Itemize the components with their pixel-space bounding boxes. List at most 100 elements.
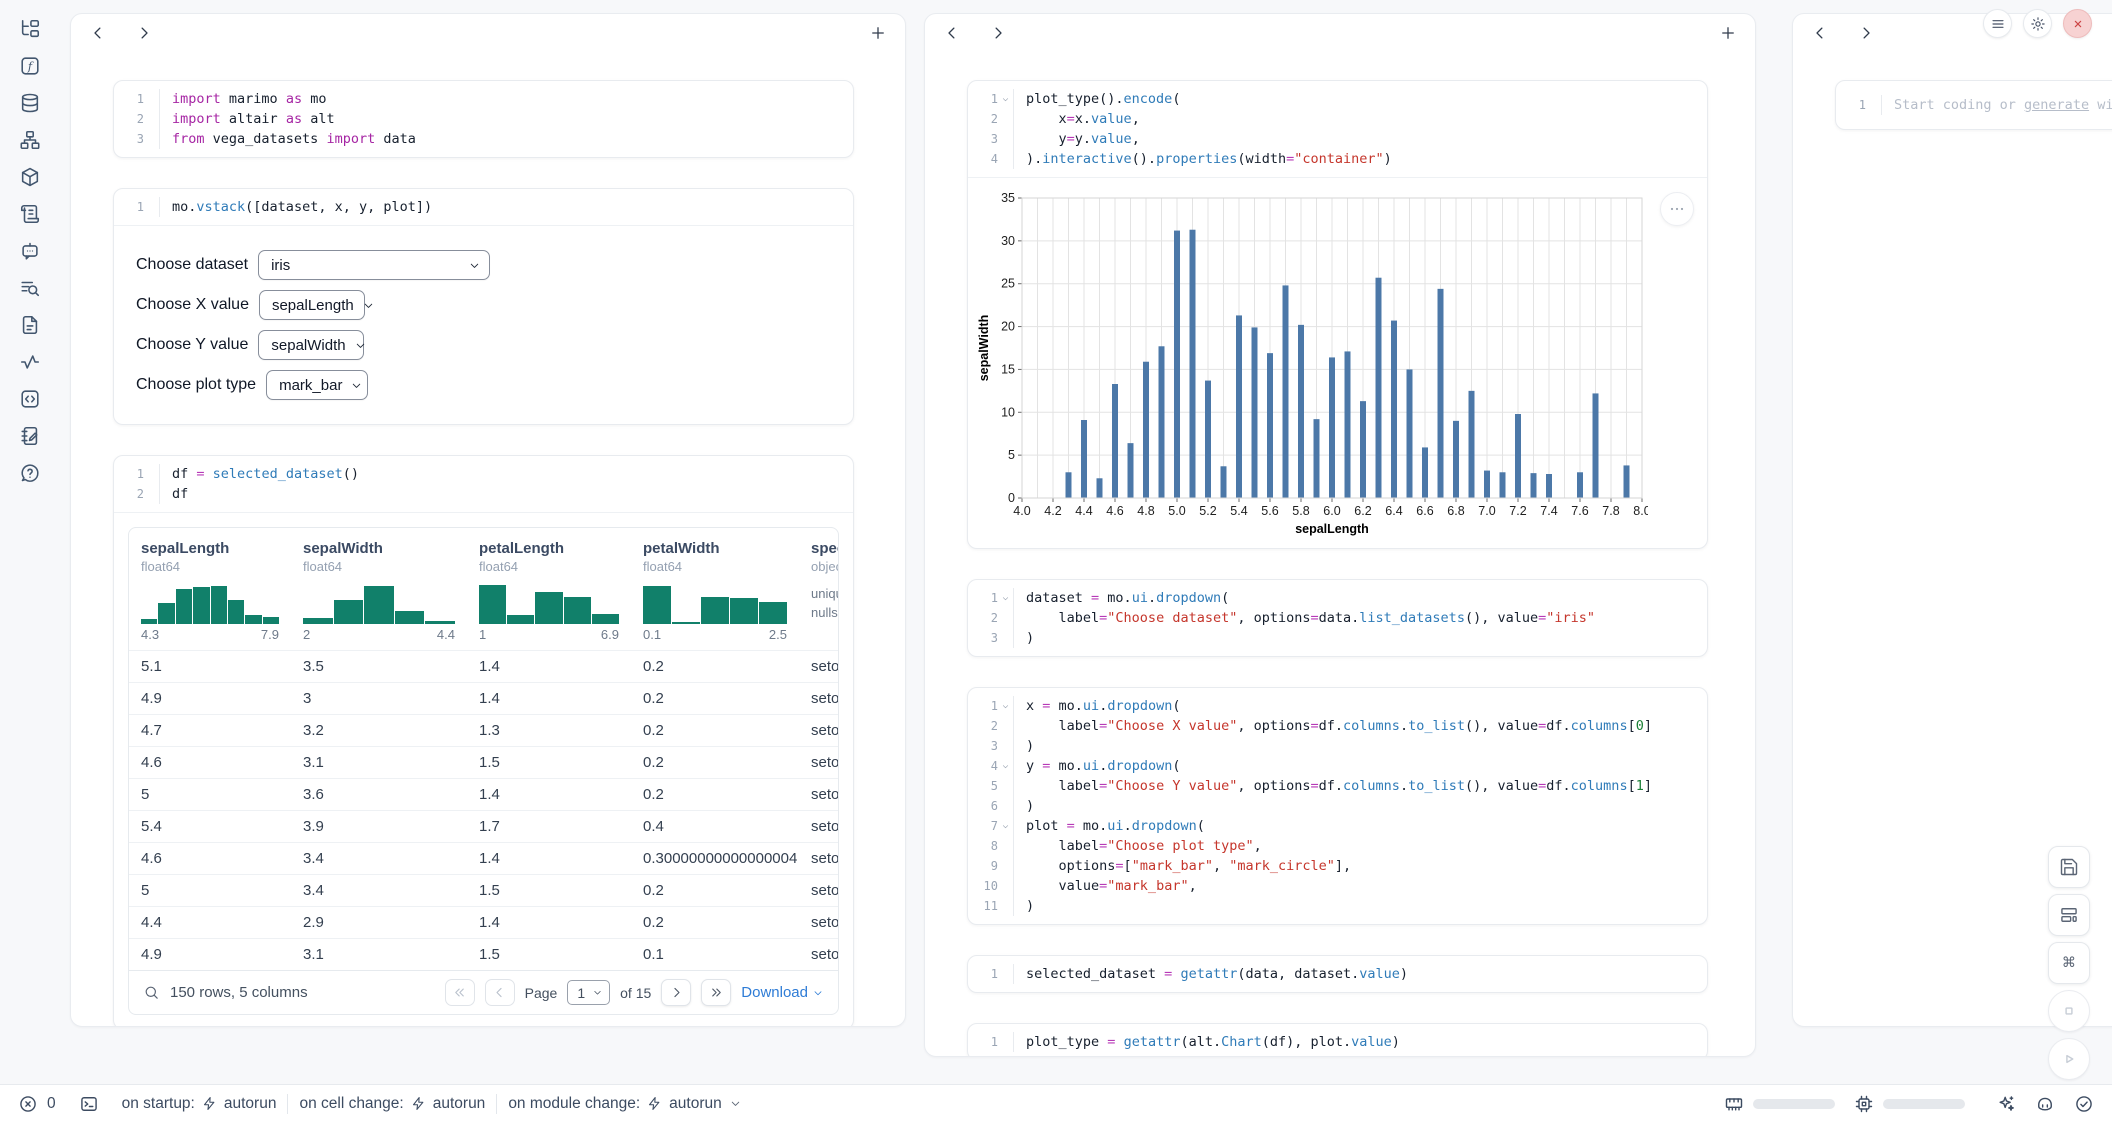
add-column-button[interactable] — [869, 24, 887, 42]
column-histogram[interactable] — [479, 584, 619, 624]
code-line[interactable]: 3) — [968, 628, 1707, 648]
add-column-button[interactable] — [1719, 24, 1737, 42]
next-page-button[interactable] — [661, 979, 691, 1006]
code-editor-dataframe[interactable]: 1df = selected_dataset()2df — [114, 456, 853, 512]
code-editor-vstack[interactable]: 1mo.vstack([dataset, x, y, plot]) — [114, 189, 853, 225]
packages-icon[interactable] — [19, 166, 41, 188]
copilot-icon[interactable] — [2035, 1094, 2055, 1114]
documentation-icon[interactable] — [19, 314, 41, 336]
column-histogram[interactable] — [303, 584, 455, 624]
code-line[interactable]: 7plot = mo.ui.dropdown( — [968, 816, 1707, 836]
code-line[interactable]: 3 y=y.value, — [968, 129, 1707, 149]
code-editor-dataset[interactable]: 1dataset = mo.ui.dropdown(2 label="Choos… — [968, 580, 1707, 656]
column-header-petalWidth[interactable]: petalWidthfloat640.12.5 — [631, 540, 799, 642]
sparkles-icon[interactable] — [1996, 1094, 2016, 1114]
code-line[interactable]: 8 label="Choose plot type", — [968, 836, 1707, 856]
column-prev-button[interactable] — [943, 24, 961, 42]
column-prev-button[interactable] — [89, 24, 107, 42]
code-line[interactable]: 2 x=x.value, — [968, 109, 1707, 129]
code-editor-selected-dataset[interactable]: 1selected_dataset = getattr(data, datase… — [968, 956, 1707, 992]
logs-icon[interactable] — [19, 203, 41, 225]
cell-menu-button[interactable] — [1660, 192, 1694, 226]
ai-chat-icon[interactable] — [19, 240, 41, 262]
file-tree-icon[interactable] — [19, 18, 41, 40]
datasources-icon[interactable] — [19, 92, 41, 114]
table-row[interactable]: 4.73.21.30.2setosa — [129, 714, 838, 746]
code-line[interactable]: 11) — [968, 896, 1707, 916]
help-icon[interactable] — [19, 462, 41, 484]
keyboard-shortcuts-button[interactable]: ⌘ — [2048, 942, 2090, 984]
code-line[interactable]: 2df — [114, 484, 853, 504]
cell-plot[interactable]: 1plot_type().encode(2 x=x.value,3 y=y.va… — [967, 80, 1708, 549]
code-editor-plot[interactable]: 1plot_type().encode(2 x=x.value,3 y=y.va… — [968, 81, 1707, 177]
table-row[interactable]: 5.43.91.70.4setosa — [129, 810, 838, 842]
column-header-sepalWidth[interactable]: sepalWidthfloat6424.4 — [291, 540, 467, 642]
table-row[interactable]: 4.63.11.50.2setosa — [129, 746, 838, 778]
fold-chevron-icon[interactable] — [998, 588, 1013, 608]
column-header-sepalLength[interactable]: sepalLengthfloat644.37.9 — [129, 540, 291, 642]
column-histogram[interactable] — [141, 584, 279, 624]
code-line[interactable]: 1import marimo as mo — [114, 89, 853, 109]
code-editor-xyplot[interactable]: 1x = mo.ui.dropdown(2 label="Choose X va… — [968, 688, 1707, 924]
code-line[interactable]: 1selected_dataset = getattr(data, datase… — [968, 964, 1707, 984]
dependencies-icon[interactable] — [19, 129, 41, 151]
table-row[interactable]: 4.931.40.2setosa — [129, 682, 838, 714]
cell-xyplot-dropdowns[interactable]: 1x = mo.ui.dropdown(2 label="Choose X va… — [967, 687, 1708, 925]
run-button[interactable] — [2048, 1038, 2090, 1080]
y-value-select[interactable]: sepalWidth — [258, 330, 364, 360]
snippets-icon[interactable] — [19, 388, 41, 410]
first-page-button[interactable] — [445, 979, 475, 1006]
code-editor-scratch[interactable]: 1Start coding or generate with AI — [1836, 81, 2112, 129]
cell-imports[interactable]: 1import marimo as mo2import altair as al… — [113, 80, 854, 158]
table-row[interactable]: 4.63.41.40.30000000000000004setosa — [129, 842, 838, 874]
column-header-species[interactable]: speciesobjectunique:nulls: — [799, 540, 838, 642]
errors-icon[interactable] — [18, 1094, 38, 1114]
code-line[interactable]: 4).interactive().properties(width="conta… — [968, 149, 1707, 169]
code-line[interactable]: 3) — [968, 736, 1707, 756]
fold-chevron-icon[interactable] — [998, 756, 1013, 776]
code-line[interactable]: 2 label="Choose dataset", options=data.l… — [968, 608, 1707, 628]
fold-chevron-icon[interactable] — [998, 89, 1013, 109]
cell-vstack[interactable]: 1mo.vstack([dataset, x, y, plot]) Choose… — [113, 188, 854, 425]
functions-icon[interactable]: f — [19, 55, 41, 77]
page-select[interactable]: 1 — [567, 980, 610, 1005]
plot-type-select[interactable]: mark_bar — [266, 370, 368, 400]
cell-selected-dataset[interactable]: 1selected_dataset = getattr(data, datase… — [967, 955, 1708, 993]
last-page-button[interactable] — [701, 979, 731, 1006]
table-row[interactable]: 5.13.51.40.2setosa — [129, 650, 838, 682]
code-line[interactable]: 2import altair as alt — [114, 109, 853, 129]
cell-dataframe[interactable]: 1df = selected_dataset()2df sepalLengthf… — [113, 455, 854, 1027]
fold-chevron-icon[interactable] — [998, 696, 1013, 716]
column-prev-button[interactable] — [1811, 24, 1829, 42]
code-line[interactable]: 1plot_type = getattr(alt.Chart(df), plot… — [968, 1032, 1707, 1052]
table-row[interactable]: 4.93.11.50.1setosa — [129, 938, 838, 970]
download-button[interactable]: Download — [741, 984, 824, 1001]
code-line[interactable]: 1Start coding or generate with AI — [1836, 95, 2112, 115]
bar-chart[interactable]: 051015202530354.04.24.44.64.85.05.25.45.… — [976, 190, 1707, 538]
shutdown-button[interactable] — [2063, 9, 2092, 38]
table-row[interactable]: 4.42.91.40.2setosa — [129, 906, 838, 938]
cell-dataset-dropdown[interactable]: 1dataset = mo.ui.dropdown(2 label="Choos… — [967, 579, 1708, 657]
dataset-select[interactable]: iris — [258, 250, 490, 280]
code-line[interactable]: 3from vega_datasets import data — [114, 129, 853, 149]
cell-scratch[interactable]: 1Start coding or generate with AI — [1835, 80, 2112, 130]
column-next-button[interactable] — [989, 24, 1007, 42]
column-next-button[interactable] — [135, 24, 153, 42]
code-line[interactable]: 5 label="Choose Y value", options=df.col… — [968, 776, 1707, 796]
code-line[interactable]: 2 label="Choose X value", options=df.col… — [968, 716, 1707, 736]
code-line[interactable]: 1x = mo.ui.dropdown( — [968, 696, 1707, 716]
settings-button[interactable] — [2023, 9, 2052, 38]
notebook-menu-button[interactable] — [1983, 9, 2012, 38]
column-next-button[interactable] — [1857, 24, 1875, 42]
save-button[interactable] — [2048, 846, 2090, 888]
terminal-icon[interactable] — [79, 1094, 99, 1114]
autorun-setting[interactable]: on module change:autorun — [508, 1095, 741, 1113]
column-header-petalLength[interactable]: petalLengthfloat6416.9 — [467, 540, 631, 642]
scratchpad-icon[interactable] — [19, 425, 41, 447]
code-line[interactable]: 1df = selected_dataset() — [114, 464, 853, 484]
code-editor-plot-type[interactable]: 1plot_type = getattr(alt.Chart(df), plot… — [968, 1024, 1707, 1057]
code-line[interactable]: 1mo.vstack([dataset, x, y, plot]) — [114, 197, 853, 217]
connection-status-icon[interactable] — [2074, 1094, 2094, 1114]
table-row[interactable]: 53.61.40.2setosa — [129, 778, 838, 810]
code-line[interactable]: 6) — [968, 796, 1707, 816]
